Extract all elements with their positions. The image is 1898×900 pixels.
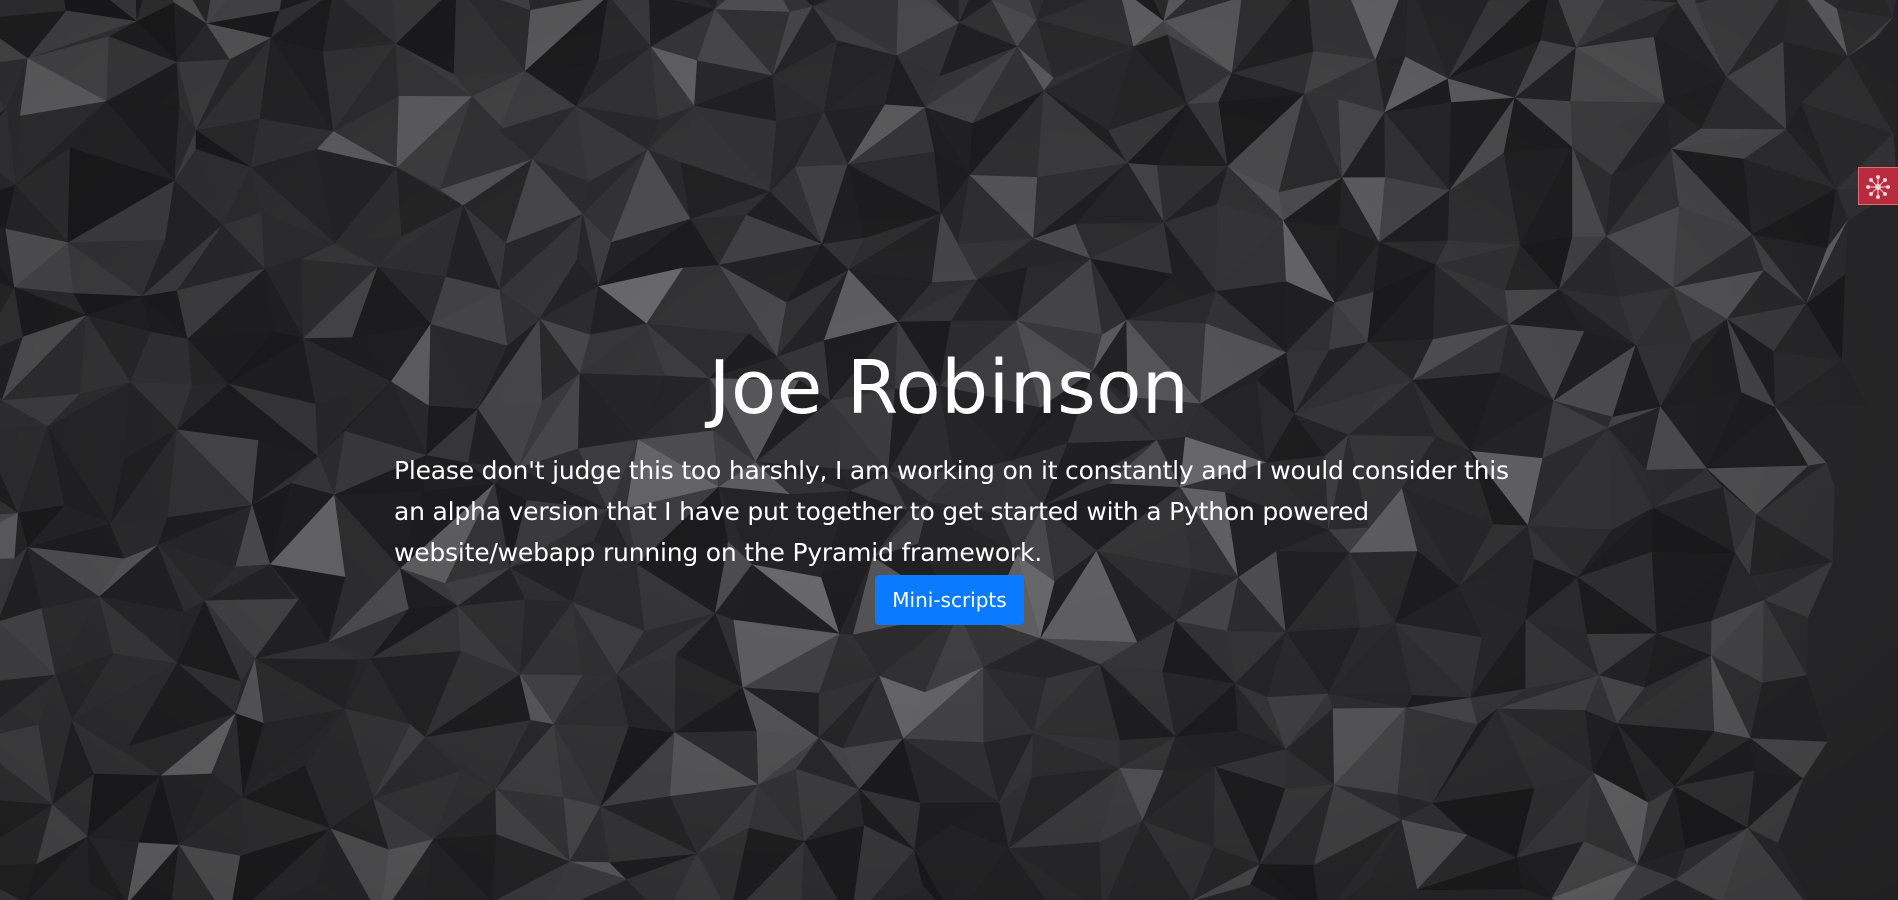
network-icon [1866,175,1890,199]
hero-section: Joe Robinson Please don't judge this too… [0,0,1898,900]
mini-scripts-button[interactable]: Mini-scripts [875,575,1024,625]
hero-title: Joe Robinson [708,345,1190,431]
page: Joe Robinson Please don't judge this too… [0,0,1898,900]
side-badge-button[interactable] [1858,167,1898,205]
hero-description: Please don't judge this too harshly, I a… [394,456,1509,567]
